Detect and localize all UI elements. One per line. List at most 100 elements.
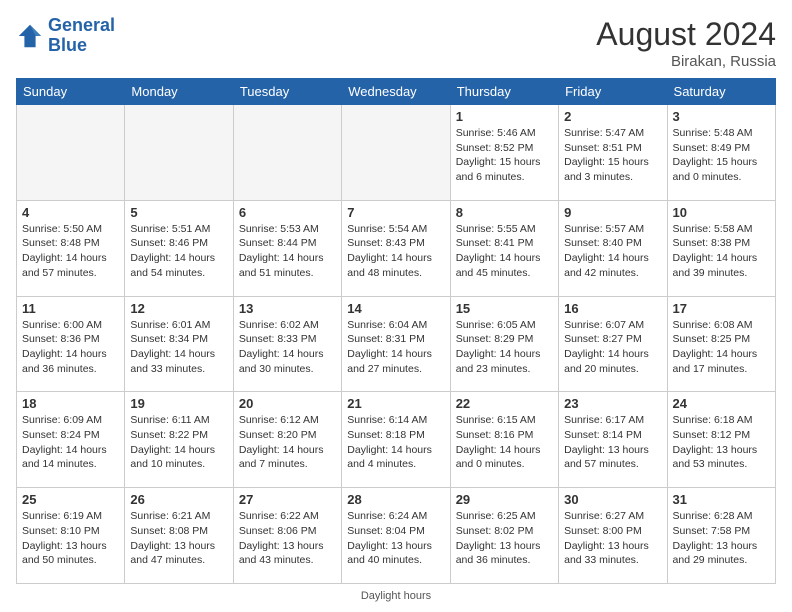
day-number: 10 xyxy=(673,205,770,220)
day-number: 11 xyxy=(22,301,119,316)
day-number: 3 xyxy=(673,109,770,124)
day-number: 5 xyxy=(130,205,227,220)
day-number: 6 xyxy=(239,205,336,220)
calendar-day-cell xyxy=(17,105,125,201)
calendar-day-cell: 19 Sunrise: 6:11 AM Sunset: 8:22 PM Dayli… xyxy=(125,392,233,488)
calendar-day-cell: 6 Sunrise: 5:53 AM Sunset: 8:44 PM Daylig… xyxy=(233,200,341,296)
calendar-header-cell: Saturday xyxy=(667,79,775,105)
calendar-day-cell: 12Sunrise: 6:01 AM Sunset: 8:34 PM Dayli… xyxy=(125,296,233,392)
day-number: 19 xyxy=(130,396,227,411)
calendar-day-cell: 23Sunrise: 6:17 AM Sunset: 8:14 PM Dayli… xyxy=(559,392,667,488)
calendar-header-cell: Wednesday xyxy=(342,79,450,105)
day-info: Sunrise: 6:21 AM Sunset: 8:08 PM Dayligh… xyxy=(130,509,227,568)
calendar-day-cell: 17 Sunrise: 6:08 AM Sunset: 8:25 PM Dayli… xyxy=(667,296,775,392)
calendar-day-cell xyxy=(342,105,450,201)
day-number: 22 xyxy=(456,396,553,411)
calendar-day-cell: 29 Sunrise: 6:25 AM Sunset: 8:02 PM Dayli… xyxy=(450,488,558,584)
day-number: 9 xyxy=(564,205,661,220)
day-number: 26 xyxy=(130,492,227,507)
day-number: 15 xyxy=(456,301,553,316)
day-info: Sunrise: 6:05 AM Sunset: 8:29 PM Dayligh… xyxy=(456,318,553,377)
calendar-header-cell: Monday xyxy=(125,79,233,105)
day-info: Sunrise: 6:00 AM Sunset: 8:36 PM Dayligh… xyxy=(22,318,119,377)
calendar-table: SundayMondayTuesdayWednesdayThursdayFrid… xyxy=(16,78,776,584)
calendar-day-cell: 1 Sunrise: 5:46 AM Sunset: 8:52 PM Daylig… xyxy=(450,105,558,201)
day-number: 13 xyxy=(239,301,336,316)
day-number: 16 xyxy=(564,301,661,316)
calendar-day-cell: 27 Sunrise: 6:22 AM Sunset: 8:06 PM Dayli… xyxy=(233,488,341,584)
day-number: 23 xyxy=(564,396,661,411)
day-info: Sunrise: 6:04 AM Sunset: 8:31 PM Dayligh… xyxy=(347,318,444,377)
calendar-day-cell: 10 Sunrise: 5:58 AM Sunset: 8:38 PM Dayli… xyxy=(667,200,775,296)
day-info: Sunrise: 5:48 AM Sunset: 8:49 PM Dayligh… xyxy=(673,126,770,185)
calendar-day-cell: 8Sunrise: 5:55 AM Sunset: 8:41 PM Daylig… xyxy=(450,200,558,296)
day-info: Sunrise: 5:50 AM Sunset: 8:48 PM Dayligh… xyxy=(22,222,119,281)
day-info: Sunrise: 6:02 AM Sunset: 8:33 PM Dayligh… xyxy=(239,318,336,377)
header: General Blue August 2024 Birakan, Russia xyxy=(16,16,776,70)
day-info: Sunrise: 6:18 AM Sunset: 8:12 PM Dayligh… xyxy=(673,413,770,472)
day-number: 1 xyxy=(456,109,553,124)
day-info: Sunrise: 5:57 AM Sunset: 8:40 PM Dayligh… xyxy=(564,222,661,281)
calendar-day-cell: 3 Sunrise: 5:48 AM Sunset: 8:49 PM Daylig… xyxy=(667,105,775,201)
day-number: 29 xyxy=(456,492,553,507)
day-info: Sunrise: 6:09 AM Sunset: 8:24 PM Dayligh… xyxy=(22,413,119,472)
day-info: Sunrise: 6:07 AM Sunset: 8:27 PM Dayligh… xyxy=(564,318,661,377)
day-info: Sunrise: 6:24 AM Sunset: 8:04 PM Dayligh… xyxy=(347,509,444,568)
calendar-day-cell: 26 Sunrise: 6:21 AM Sunset: 8:08 PM Dayli… xyxy=(125,488,233,584)
day-info: Sunrise: 5:53 AM Sunset: 8:44 PM Dayligh… xyxy=(239,222,336,281)
calendar-header-cell: Friday xyxy=(559,79,667,105)
day-number: 28 xyxy=(347,492,444,507)
calendar-day-cell: 18Sunrise: 6:09 AM Sunset: 8:24 PM Dayli… xyxy=(17,392,125,488)
calendar-header-cell: Thursday xyxy=(450,79,558,105)
calendar-day-cell: 31 Sunrise: 6:28 AM Sunset: 7:58 PM Dayli… xyxy=(667,488,775,584)
logo-text: General Blue xyxy=(48,16,115,56)
footer-text: Daylight hours xyxy=(361,590,431,602)
calendar-week-row: 4Sunrise: 5:50 AM Sunset: 8:48 PM Daylig… xyxy=(17,200,776,296)
day-info: Sunrise: 5:46 AM Sunset: 8:52 PM Dayligh… xyxy=(456,126,553,185)
calendar-week-row: 1 Sunrise: 5:46 AM Sunset: 8:52 PM Daylig… xyxy=(17,105,776,201)
day-info: Sunrise: 6:11 AM Sunset: 8:22 PM Dayligh… xyxy=(130,413,227,472)
calendar-day-cell: 9 Sunrise: 5:57 AM Sunset: 8:40 PM Daylig… xyxy=(559,200,667,296)
day-info: Sunrise: 6:22 AM Sunset: 8:06 PM Dayligh… xyxy=(239,509,336,568)
day-number: 12 xyxy=(130,301,227,316)
day-number: 2 xyxy=(564,109,661,124)
logo-icon xyxy=(16,22,44,50)
calendar-day-cell: 11 Sunrise: 6:00 AM Sunset: 8:36 PM Dayli… xyxy=(17,296,125,392)
calendar-day-cell: 22 Sunrise: 6:15 AM Sunset: 8:16 PM Dayli… xyxy=(450,392,558,488)
day-number: 8 xyxy=(456,205,553,220)
day-info: Sunrise: 6:25 AM Sunset: 8:02 PM Dayligh… xyxy=(456,509,553,568)
location: Birakan, Russia xyxy=(596,53,776,70)
footer: Daylight hours xyxy=(16,590,776,602)
day-info: Sunrise: 6:28 AM Sunset: 7:58 PM Dayligh… xyxy=(673,509,770,568)
calendar-day-cell: 30Sunrise: 6:27 AM Sunset: 8:00 PM Dayli… xyxy=(559,488,667,584)
day-info: Sunrise: 5:58 AM Sunset: 8:38 PM Dayligh… xyxy=(673,222,770,281)
calendar-header-cell: Tuesday xyxy=(233,79,341,105)
month-year: August 2024 xyxy=(596,16,776,53)
day-number: 27 xyxy=(239,492,336,507)
calendar-day-cell: 14 Sunrise: 6:04 AM Sunset: 8:31 PM Dayli… xyxy=(342,296,450,392)
day-number: 21 xyxy=(347,396,444,411)
calendar-week-row: 11 Sunrise: 6:00 AM Sunset: 8:36 PM Dayli… xyxy=(17,296,776,392)
calendar-day-cell: 21 Sunrise: 6:14 AM Sunset: 8:18 PM Dayli… xyxy=(342,392,450,488)
calendar-header-cell: Sunday xyxy=(17,79,125,105)
day-number: 7 xyxy=(347,205,444,220)
day-info: Sunrise: 5:47 AM Sunset: 8:51 PM Dayligh… xyxy=(564,126,661,185)
calendar-day-cell: 16 Sunrise: 6:07 AM Sunset: 8:27 PM Dayli… xyxy=(559,296,667,392)
day-info: Sunrise: 6:14 AM Sunset: 8:18 PM Dayligh… xyxy=(347,413,444,472)
calendar-week-row: 25Sunrise: 6:19 AM Sunset: 8:10 PM Dayli… xyxy=(17,488,776,584)
calendar-day-cell: 20Sunrise: 6:12 AM Sunset: 8:20 PM Dayli… xyxy=(233,392,341,488)
day-number: 25 xyxy=(22,492,119,507)
day-info: Sunrise: 6:15 AM Sunset: 8:16 PM Dayligh… xyxy=(456,413,553,472)
day-number: 31 xyxy=(673,492,770,507)
calendar-day-cell: 24Sunrise: 6:18 AM Sunset: 8:12 PM Dayli… xyxy=(667,392,775,488)
day-info: Sunrise: 6:08 AM Sunset: 8:25 PM Dayligh… xyxy=(673,318,770,377)
calendar-day-cell: 5 Sunrise: 5:51 AM Sunset: 8:46 PM Daylig… xyxy=(125,200,233,296)
calendar-day-cell xyxy=(233,105,341,201)
day-number: 14 xyxy=(347,301,444,316)
calendar-day-cell xyxy=(125,105,233,201)
day-number: 20 xyxy=(239,396,336,411)
day-info: Sunrise: 5:51 AM Sunset: 8:46 PM Dayligh… xyxy=(130,222,227,281)
calendar-header-row: SundayMondayTuesdayWednesdayThursdayFrid… xyxy=(17,79,776,105)
title-block: August 2024 Birakan, Russia xyxy=(596,16,776,70)
day-number: 17 xyxy=(673,301,770,316)
